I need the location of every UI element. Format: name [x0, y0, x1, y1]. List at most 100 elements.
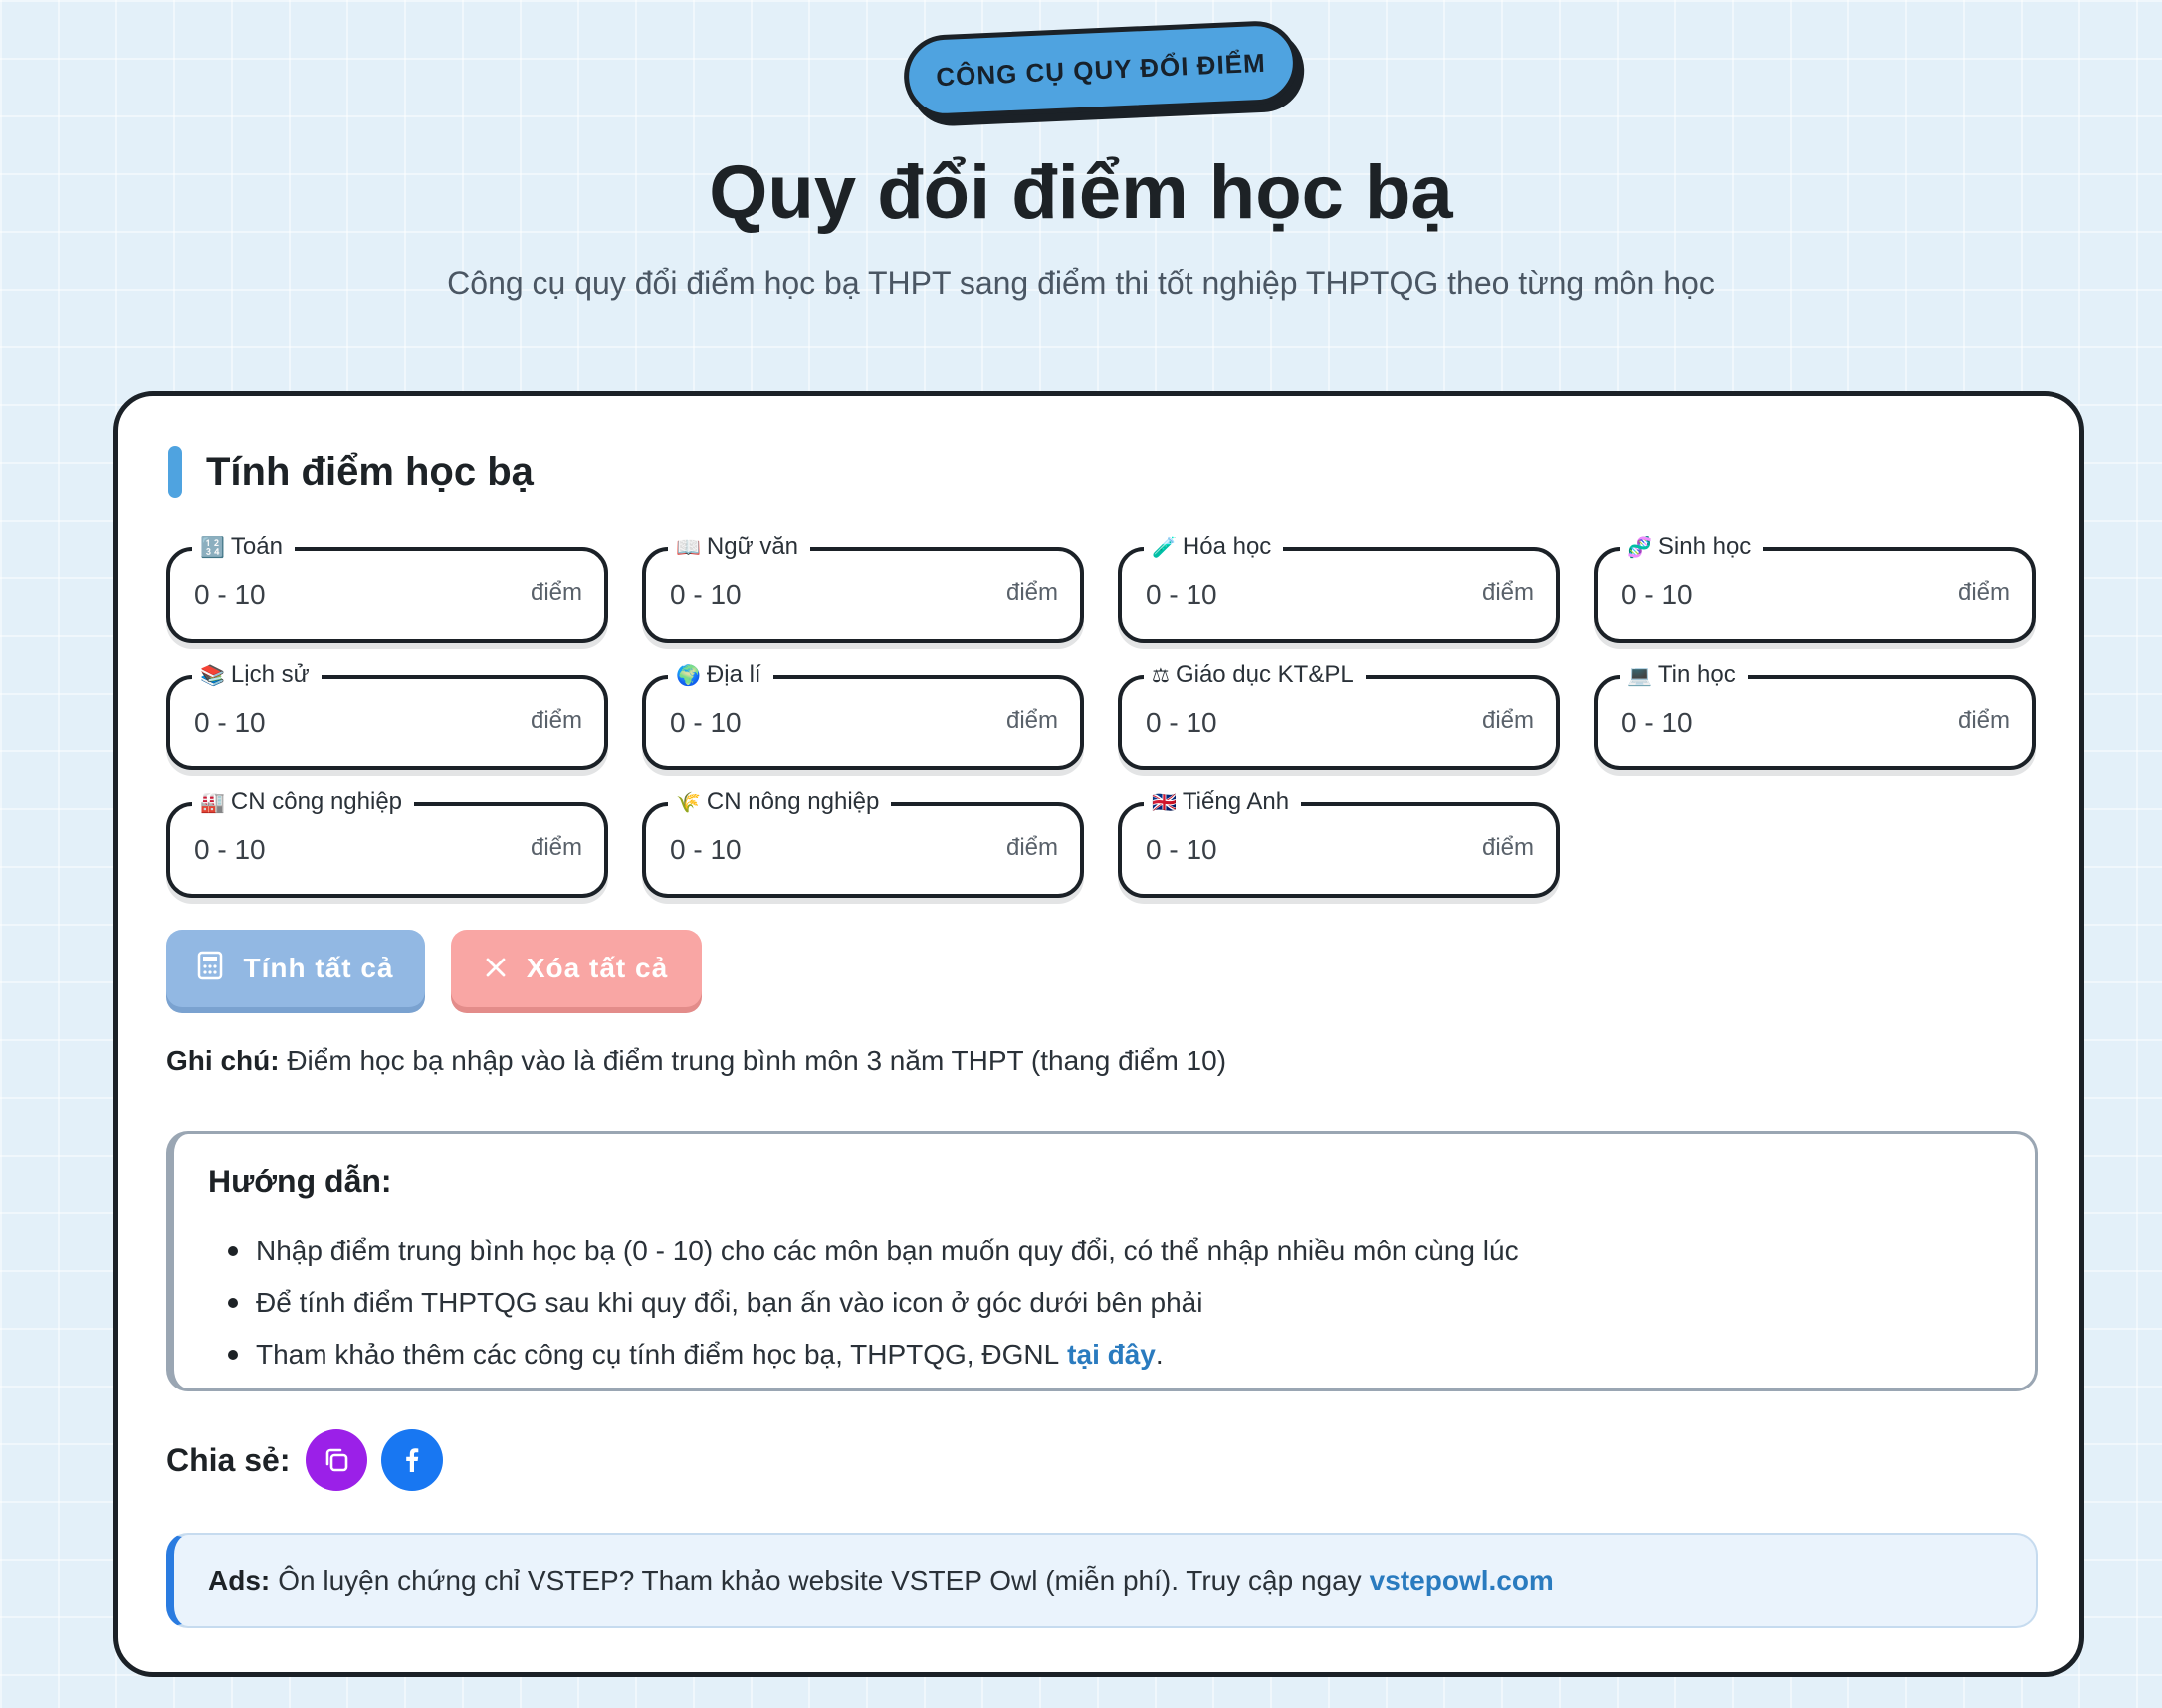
facebook-icon — [406, 1448, 419, 1472]
calculate-all-button[interactable]: Tính tất cả — [166, 930, 425, 1007]
field-label: 🔢 Toán — [192, 530, 295, 565]
field-tin-hoc: 💻Tin học điểm — [1594, 657, 2036, 770]
guide-list: Nhập điểm trung bình học bạ (0 - 10) cho… — [208, 1225, 1519, 1381]
clear-all-label: Xóa tất cả — [526, 953, 669, 983]
score-input-gdktpl[interactable] — [1146, 701, 1444, 745]
field-lich-su: 📚Lịch sử điểm — [166, 657, 608, 770]
bullet — [228, 1298, 238, 1308]
score-input-cn-cong-nghiep[interactable] — [194, 828, 493, 872]
unit-label: điểm — [1005, 834, 1058, 861]
field-label-text: Giáo dục KT&PL — [1175, 661, 1354, 688]
field-label-text: CN công nghiệp — [230, 788, 403, 815]
score-input-hoa-hoc[interactable] — [1146, 573, 1444, 617]
unit-label: điểm — [1005, 579, 1058, 606]
score-input-tin-hoc[interactable] — [1622, 701, 1920, 745]
card-title: Tính điểm học bạ — [206, 449, 534, 494]
globe-icon: 🌍 — [676, 663, 701, 687]
field-label-text: Ngữ văn — [706, 534, 799, 560]
ads-text: Ôn luyện chứng chỉ VSTEP? Tham khảo webs… — [278, 1565, 1362, 1596]
laptop-icon: 💻 — [1627, 663, 1652, 687]
dna-icon: 🧬 — [1627, 535, 1652, 559]
score-input-ngu-van[interactable] — [670, 573, 969, 617]
field-label-text: Sinh học — [1657, 534, 1752, 560]
guide-item-text: Tham khảo thêm các công cụ tính điểm học… — [256, 1339, 1060, 1370]
unit-label: điểm — [1481, 579, 1534, 606]
field-label-text: CN nông nghiệp — [706, 788, 880, 815]
accent-bar — [168, 446, 182, 498]
note-text: Điểm học bạ nhập vào là điểm trung bình … — [287, 1045, 1227, 1076]
card-header: Tính điểm học bạ — [168, 446, 534, 498]
share-label: Chia sẻ: — [166, 1441, 291, 1478]
ads-label: Ads: — [208, 1565, 271, 1596]
field-sinh-hoc: 🧬Sinh học điểm — [1594, 530, 2036, 643]
field-gdktpl: ⚖Giáo dục KT&PL điểm — [1118, 657, 1560, 770]
clear-all-button[interactable]: Xóa tất cả — [451, 930, 702, 1007]
copy-icon — [326, 1448, 348, 1472]
book-icon: 📖 — [676, 535, 701, 559]
tool-badge: CÔNG CỤ QUY ĐỔI ĐIỂM — [902, 19, 1300, 120]
calculator-icon — [197, 951, 223, 987]
field-cn-nong-nghiep: 🌾CN nông nghiệp điểm — [642, 784, 1084, 898]
score-input-lich-su[interactable] — [194, 701, 493, 745]
score-input-toan[interactable] — [194, 573, 493, 617]
unit-label: điểm — [530, 834, 582, 861]
field-dia-li: 🌍Địa lí điểm — [642, 657, 1084, 770]
field-label-text: Lịch sử — [230, 661, 310, 688]
unit-label: điểm — [530, 579, 582, 606]
field-label: 💻 Tin học — [1620, 657, 1748, 693]
guide-title: Hướng dẫn: — [208, 1164, 392, 1199]
copy-link-button[interactable] — [306, 1429, 368, 1491]
field-label-text: Toán — [230, 534, 283, 560]
field-label-text: Tin học — [1657, 661, 1736, 688]
unit-label: điểm — [1481, 707, 1534, 734]
unit-label: điểm — [1005, 707, 1058, 734]
bullet — [228, 1350, 238, 1360]
field-label-text: Hóa học — [1182, 534, 1272, 560]
note: Ghi chú: Điểm học bạ nhập vào là điểm tr… — [166, 1045, 1226, 1077]
close-icon — [485, 953, 507, 985]
list-item: Nhập điểm trung bình học bạ (0 - 10) cho… — [208, 1225, 1519, 1277]
test-tube-icon: 🧪 — [1152, 535, 1177, 559]
field-cn-cong-nghiep: 🏭CN công nghiệp điểm — [166, 784, 608, 898]
field-toan: 🔢Toán điểm — [166, 530, 608, 643]
field-label-text: Địa lí — [706, 661, 761, 688]
unit-label: điểm — [530, 707, 582, 734]
field-label: 🧬 Sinh học — [1620, 530, 1764, 565]
score-input-cn-nong-nghiep[interactable] — [670, 828, 969, 872]
facebook-share-button[interactable] — [381, 1429, 444, 1491]
unit-label: điểm — [1957, 579, 2010, 606]
field-label: 🌾 CN nông nghiệp — [668, 784, 892, 820]
page-title: Quy đổi điểm học bạ — [709, 150, 1453, 235]
scales-icon: ⚖ — [1152, 663, 1170, 687]
field-label: 🧪 Hóa học — [1144, 530, 1284, 565]
page-subtitle: Công cụ quy đổi điểm học bạ THPT sang đi… — [447, 265, 1715, 301]
field-label: 📚 Lịch sử — [192, 657, 322, 693]
score-input-sinh-hoc[interactable] — [1622, 573, 1920, 617]
unit-label: điểm — [1481, 834, 1534, 861]
tools-link[interactable]: tại đây — [1067, 1339, 1156, 1371]
field-label-text: Tiếng Anh — [1182, 788, 1290, 815]
field-label: 🌍 Địa lí — [668, 657, 773, 693]
abacus-numbers-icon: 🔢 — [200, 535, 225, 559]
factory-icon: 🏭 — [200, 790, 225, 814]
guide-item-suffix: . — [1155, 1339, 1164, 1370]
ads-banner: Ads: Ôn luyện chứng chỉ VSTEP? Tham khảo… — [166, 1533, 2038, 1628]
calculator-card: Tính điểm học bạ 🔢Toán điểm 📖Ngữ văn điể… — [113, 391, 2084, 1677]
score-input-dia-li[interactable] — [670, 701, 969, 745]
field-tieng-anh: 🇬🇧Tiếng Anh điểm — [1118, 784, 1560, 898]
list-item: Để tính điểm THPTQG sau khi quy đổi, bạn… — [208, 1277, 1519, 1329]
vstepowl-link[interactable]: vstepowl.com — [1370, 1565, 1554, 1597]
share-row: Chia sẻ: — [166, 1429, 457, 1491]
score-input-tieng-anh[interactable] — [1146, 828, 1444, 872]
field-label: 📖 Ngữ văn — [668, 530, 811, 565]
field-label: 🇬🇧 Tiếng Anh — [1144, 784, 1302, 820]
unit-label: điểm — [1957, 707, 2010, 734]
list-item: Tham khảo thêm các công cụ tính điểm học… — [208, 1329, 1519, 1381]
field-hoa-hoc: 🧪Hóa học điểm — [1118, 530, 1560, 643]
field-label: ⚖ Giáo dục KT&PL — [1144, 657, 1366, 693]
field-ngu-van: 📖Ngữ văn điểm — [642, 530, 1084, 643]
calculate-all-label: Tính tất cả — [243, 953, 394, 983]
bullet — [228, 1246, 238, 1256]
guide-item-text: Để tính điểm THPTQG sau khi quy đổi, bạn… — [256, 1287, 1203, 1318]
field-label: 🏭 CN công nghiệp — [192, 784, 415, 820]
